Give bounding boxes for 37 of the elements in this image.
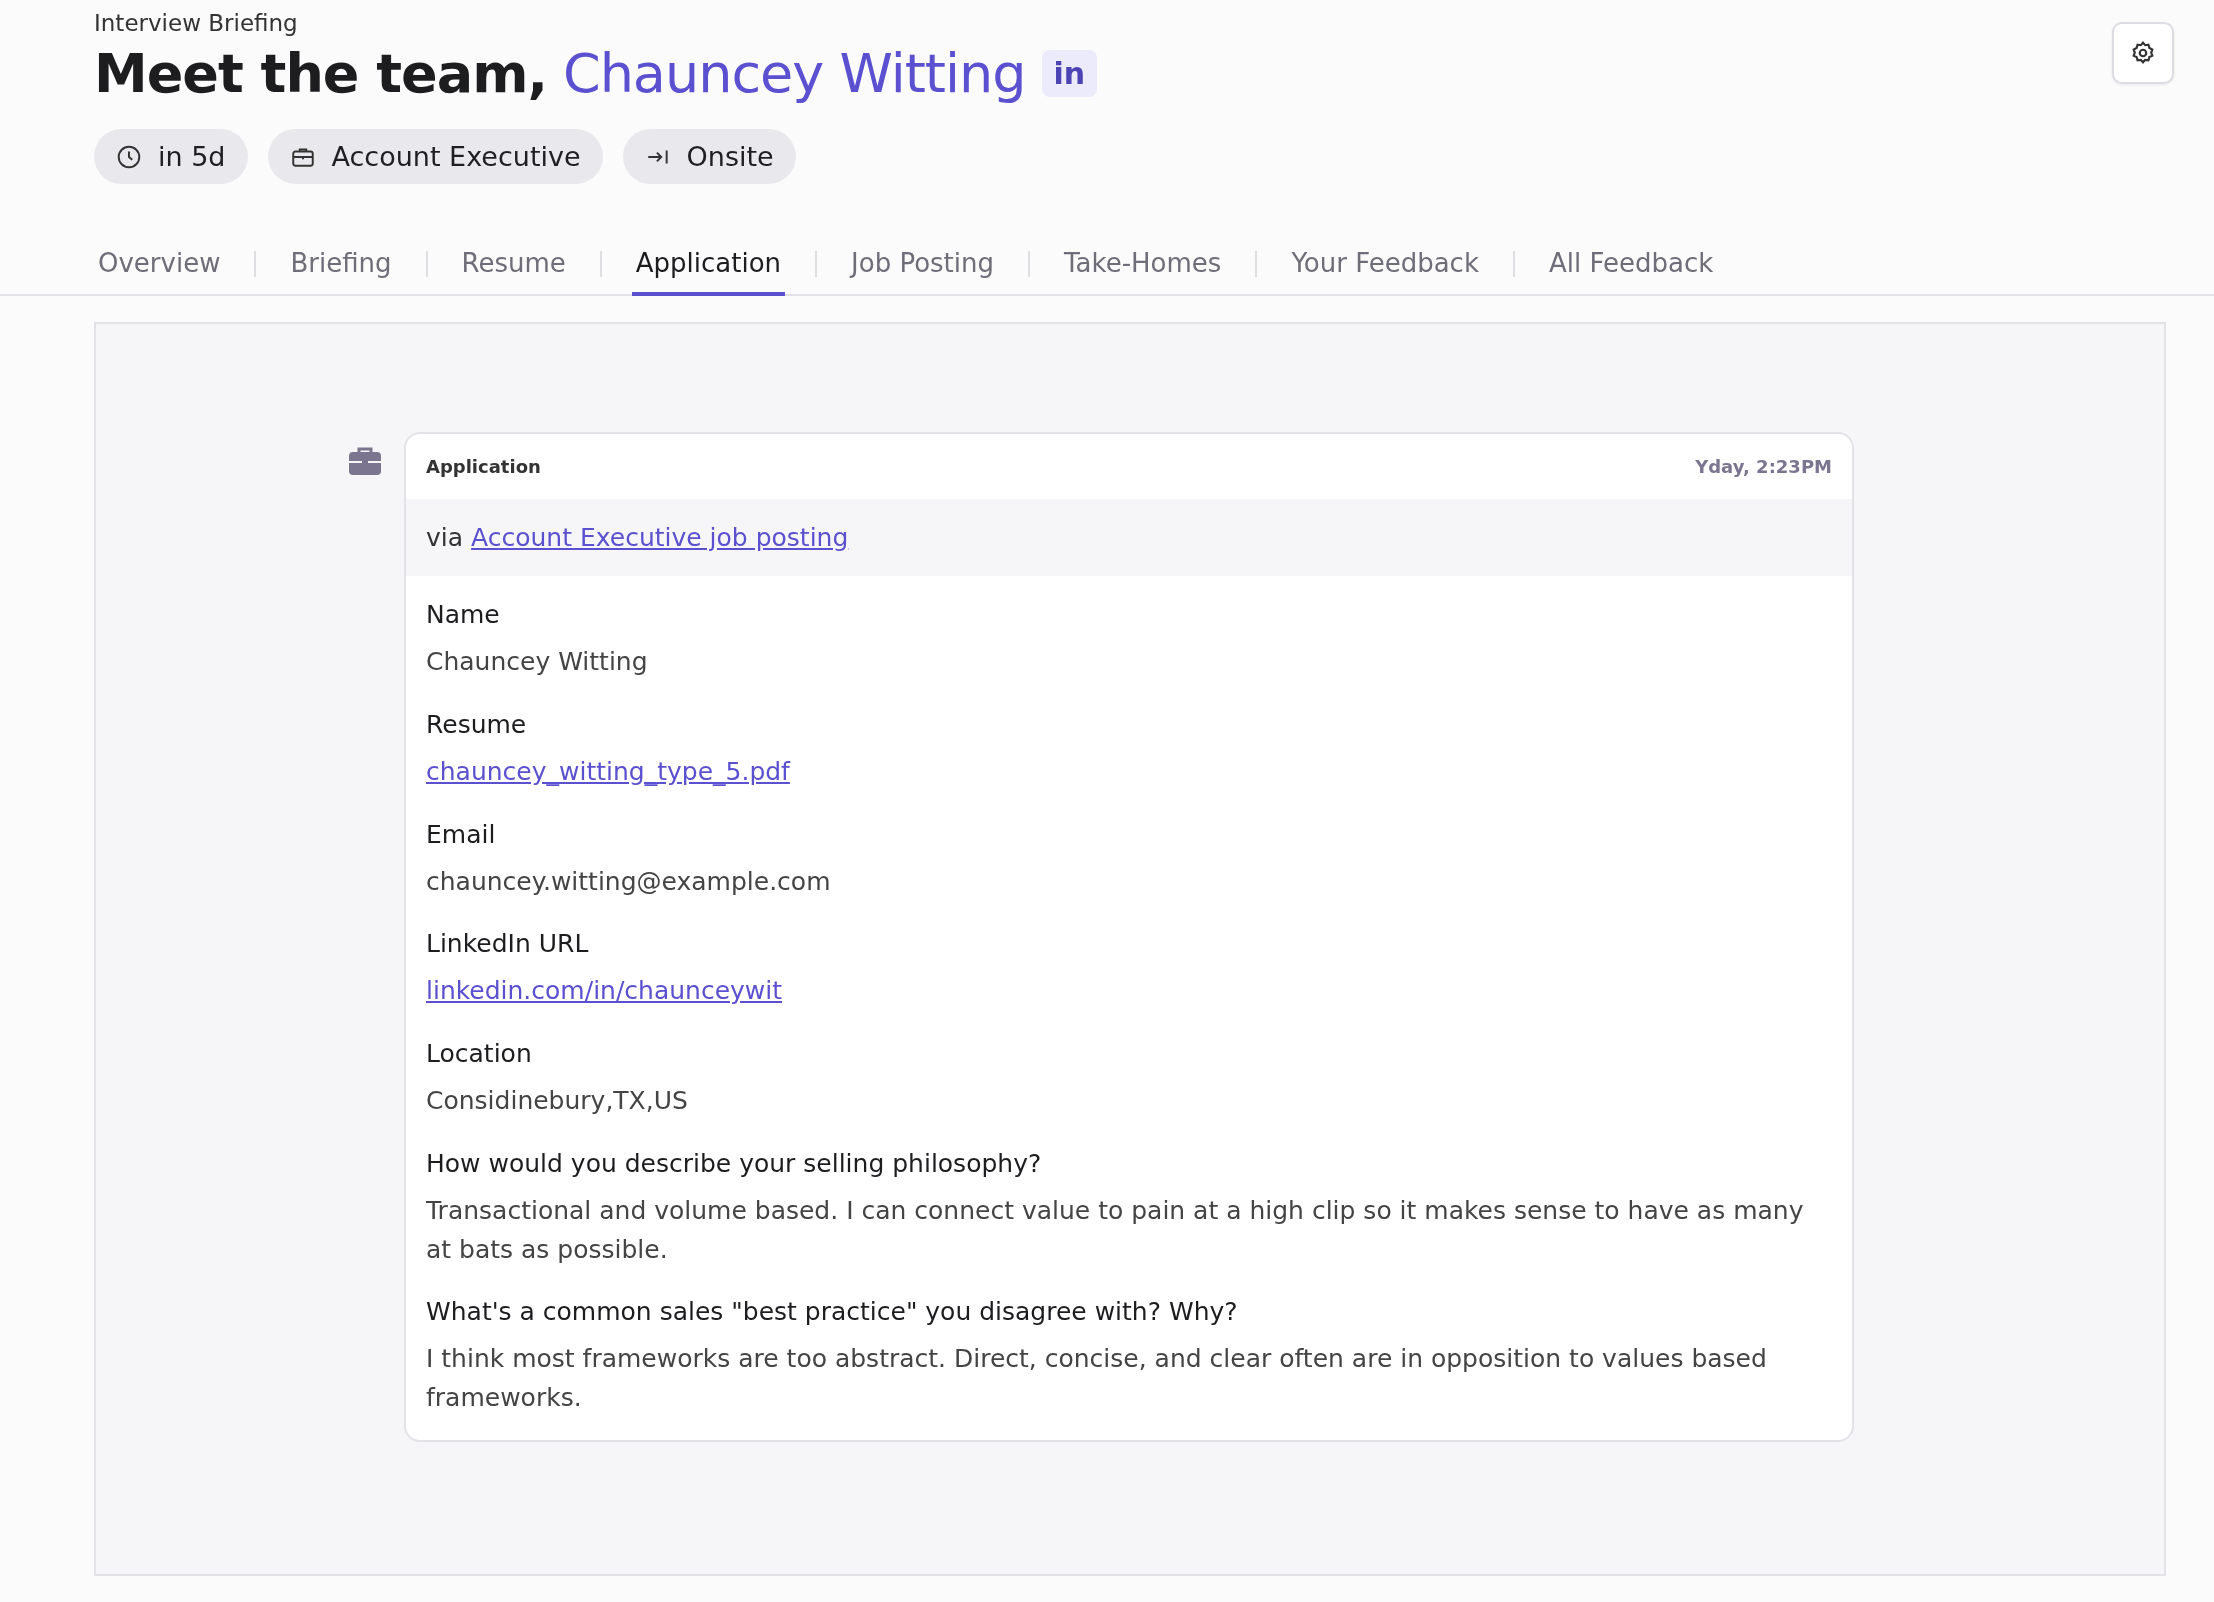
field-label: Email bbox=[426, 819, 497, 849]
card-title: Application bbox=[426, 456, 541, 477]
candidate-name-link[interactable]: Chauncey Witting bbox=[562, 42, 1026, 105]
tab[interactable]: Application bbox=[631, 244, 786, 296]
chip-label: in 5d bbox=[158, 141, 226, 172]
field-label: How would you describe your selling philosophy? bbox=[426, 1148, 1043, 1178]
field-value: Transactional and volume based. I can connect value to pain at a high clip so it makes sense to have as many at bats as possible. bbox=[426, 1194, 1805, 1266]
field-link[interactable]: linkedin.com/in/chaunceywit bbox=[426, 972, 783, 1011]
tab[interactable]: Resume bbox=[457, 244, 570, 296]
settings-button[interactable] bbox=[2112, 22, 2174, 84]
field-value: I think most frameworks are too abstract. Direct, concise, and clear often are in opposition to values based frameworks. bbox=[426, 1343, 1768, 1414]
tab[interactable]: Job Posting bbox=[847, 244, 998, 296]
job-posting-link[interactable]: Account Executive job posting bbox=[471, 523, 849, 552]
chip-label: Onsite bbox=[686, 141, 774, 172]
field-link[interactable]: chauncey_witting_type_5.pdf bbox=[426, 752, 790, 792]
tab[interactable]: Take-Homes bbox=[1060, 244, 1226, 296]
field-label: LinkedIn URL bbox=[426, 929, 590, 959]
eyebrow-text: Interview Briefing bbox=[94, 10, 299, 36]
field-value: chauncey.witting@example.com bbox=[426, 865, 832, 898]
chip-label: Account Executive bbox=[331, 141, 581, 172]
clock-icon bbox=[116, 143, 142, 170]
tab[interactable]: Your Feedback bbox=[1287, 244, 1483, 296]
field-value: Considinebury,TX,US bbox=[426, 1085, 689, 1117]
page-title: Meet the team, bbox=[94, 42, 547, 105]
settings-icon bbox=[2130, 40, 2156, 66]
source-prefix: via bbox=[426, 523, 464, 552]
field-label: Resume bbox=[426, 709, 528, 739]
field-label: What's a common sales "best practice" you disagree with? Why? bbox=[426, 1297, 1239, 1327]
linkedin-badge[interactable]: in bbox=[1041, 50, 1098, 97]
tab[interactable]: Overview bbox=[94, 244, 225, 296]
tab[interactable]: Briefing bbox=[286, 244, 396, 296]
briefcase-icon bbox=[348, 446, 382, 476]
field-label: Location bbox=[426, 1039, 533, 1068]
timestamp: Yday, 2:23PM bbox=[1695, 456, 1832, 477]
tab[interactable]: All Feedback bbox=[1544, 244, 1718, 296]
field-value: Chauncey Witting bbox=[426, 646, 649, 678]
field-label: Name bbox=[426, 600, 501, 629]
